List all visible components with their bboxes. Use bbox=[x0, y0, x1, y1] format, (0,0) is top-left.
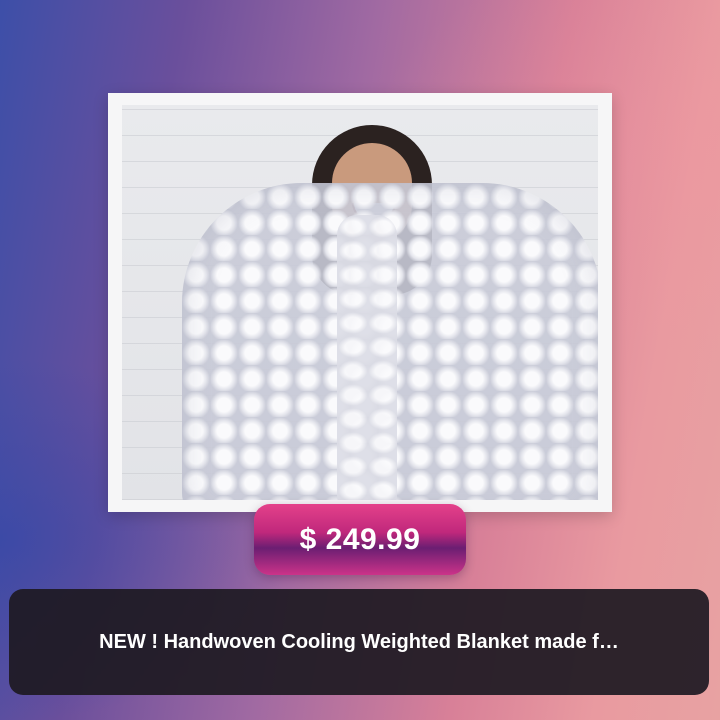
product-title-bar[interactable]: NEW ! Handwoven Cooling Weighted Blanket… bbox=[9, 589, 709, 695]
product-title: NEW ! Handwoven Cooling Weighted Blanket… bbox=[99, 630, 619, 653]
product-image[interactable] bbox=[122, 105, 598, 500]
product-image-frame bbox=[108, 93, 612, 512]
price-badge: $ 249.99 bbox=[254, 504, 466, 575]
blanket-fold bbox=[337, 215, 397, 500]
